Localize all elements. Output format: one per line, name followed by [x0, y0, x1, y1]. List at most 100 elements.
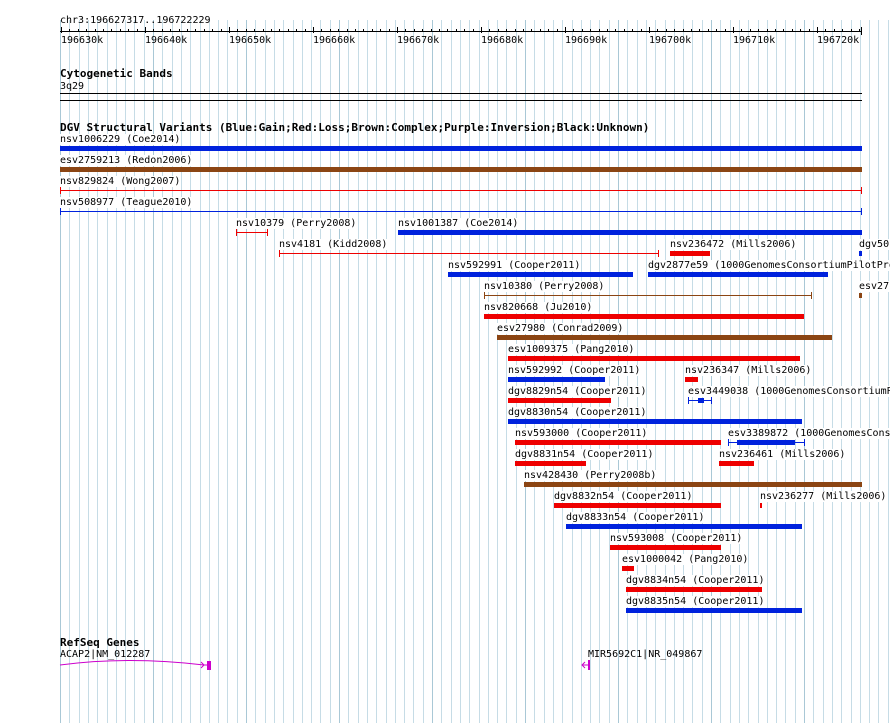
ruler-minor-tick — [800, 29, 801, 32]
dgv-label-nsv508977[interactable]: nsv508977 (Teague2010) — [60, 197, 193, 208]
dgv-feature-nsv10379[interactable] — [236, 232, 268, 233]
dgv-label-nsv10379[interactable]: nsv10379 (Perry2008) — [236, 218, 357, 229]
ruler-minor-tick — [699, 29, 700, 32]
ruler-tick-label: 196660k — [313, 35, 356, 46]
ruler-minor-tick — [792, 29, 793, 32]
dgv-feature-dgv8829n54[interactable] — [508, 398, 611, 403]
dgv-feature-dgv8830n54[interactable] — [508, 419, 802, 424]
dgv-label-nsv1001387[interactable]: nsv1001387 (Coe2014) — [398, 218, 519, 229]
ruler-tick-label: 196670k — [397, 35, 440, 46]
dgv-label-esv2759213[interactable]: esv2759213 (Redon2006) — [60, 155, 193, 166]
dgv-label-nsv428430[interactable]: nsv428430 (Perry2008b) — [524, 470, 657, 481]
dgv-label-esv27980[interactable]: esv27980 (Conrad2009) — [497, 323, 624, 334]
dgv-label-dgv2877e59[interactable]: dgv2877e59 (1000GenomesConsortiumPilotPr… — [648, 260, 890, 271]
dgv-feature-dgv8835n54[interactable] — [626, 608, 802, 613]
dgv-feature-nsv592992[interactable] — [508, 377, 605, 382]
dgv-track-title[interactable]: DGV Structural Variants (Blue:Gain;Red:L… — [60, 122, 649, 134]
dgv-label-nsv236347[interactable]: nsv236347 (Mills2006) — [685, 365, 812, 376]
dgv-label-nsv236472[interactable]: nsv236472 (Mills2006) — [670, 239, 797, 250]
dgv-label-dgv8829n54[interactable]: dgv8829n54 (Cooper2011) — [508, 386, 647, 397]
dgv-label-dgv8834n54[interactable]: dgv8834n54 (Cooper2011) — [626, 575, 765, 586]
dgv-label-nsv4181[interactable]: nsv4181 (Kidd2008) — [279, 239, 388, 250]
dgv-feature-nsv1001387[interactable] — [398, 230, 862, 235]
ruler-end-tick — [861, 27, 862, 35]
gene-model-acap2[interactable] — [58, 656, 218, 672]
dgv-label-nsv593008[interactable]: nsv593008 (Cooper2011) — [610, 533, 743, 544]
ruler-minor-tick — [179, 29, 180, 32]
dgv-feature-nsv236461[interactable] — [719, 461, 754, 466]
ruler-minor-tick — [330, 29, 331, 32]
dgv-feature-nsv593008[interactable] — [610, 545, 721, 550]
dgv-feature-dgv50[interactable] — [859, 251, 862, 256]
gene-label-mir5692c1[interactable]: MIR5692C1|NR_049867 — [588, 649, 702, 660]
ruler-minor-tick — [825, 29, 826, 32]
dgv-feature-esv27[interactable] — [859, 293, 862, 298]
ruler-minor-tick — [473, 29, 474, 32]
ruler-minor-tick — [380, 29, 381, 32]
dgv-label-esv1000042[interactable]: esv1000042 (Pang2010) — [622, 554, 749, 565]
ruler-minor-tick — [263, 29, 264, 32]
dgv-feature-esv1000042[interactable] — [622, 566, 634, 571]
dgv-label-esv1009375[interactable]: esv1009375 (Pang2010) — [508, 344, 635, 355]
dgv-label-dgv8835n54[interactable]: dgv8835n54 (Cooper2011) — [626, 596, 765, 607]
dgv-label-nsv820668[interactable]: nsv820668 (Ju2010) — [484, 302, 593, 313]
dgv-label-esv27[interactable]: esv27 — [859, 281, 890, 292]
dgv-feature-block[interactable] — [737, 440, 795, 445]
dgv-feature-nsv592991[interactable] — [448, 272, 633, 277]
ruler-minor-tick — [834, 29, 835, 32]
dgv-feature-nsv236277[interactable] — [760, 503, 762, 508]
ruler-tick-label: 196690k — [565, 35, 608, 46]
dgv-feature-end-tick — [236, 229, 237, 236]
dgv-feature-nsv428430[interactable] — [524, 482, 862, 487]
gene-model-mir5692c1[interactable] — [580, 659, 596, 671]
dgv-label-nsv593000[interactable]: nsv593000 (Cooper2011) — [515, 428, 648, 439]
dgv-label-dgv8830n54[interactable]: dgv8830n54 (Cooper2011) — [508, 407, 647, 418]
dgv-feature-esv1009375[interactable] — [508, 356, 800, 361]
dgv-label-esv3449038[interactable]: esv3449038 (1000GenomesConsortiumP — [688, 386, 890, 397]
dgv-label-dgv8831n54[interactable]: dgv8831n54 (Cooper2011) — [515, 449, 654, 460]
dgv-label-dgv50[interactable]: dgv50 — [859, 239, 890, 250]
dgv-label-nsv829824[interactable]: nsv829824 (Wong2007) — [60, 176, 181, 187]
dgv-label-nsv592991[interactable]: nsv592991 (Cooper2011) — [448, 260, 581, 271]
ruler-minor-tick — [657, 29, 658, 32]
dgv-feature-nsv236472[interactable] — [670, 251, 710, 256]
dgv-feature-dgv2877e59[interactable] — [648, 272, 828, 277]
dgv-feature-nsv829824[interactable] — [60, 190, 862, 191]
ruler-minor-tick — [405, 29, 406, 32]
dgv-feature-block[interactable] — [698, 398, 704, 403]
dgv-label-esv3389872[interactable]: esv3389872 (1000GenomesCons — [728, 428, 890, 439]
dgv-label-nsv236277[interactable]: nsv236277 (Mills2006) — [760, 491, 887, 502]
dgv-feature-dgv8833n54[interactable] — [566, 524, 802, 529]
dgv-label-dgv8833n54[interactable]: dgv8833n54 (Cooper2011) — [566, 512, 705, 523]
dgv-feature-nsv508977[interactable] — [60, 211, 862, 212]
dgv-feature-nsv1006229[interactable] — [60, 146, 862, 151]
dgv-label-dgv8832n54[interactable]: dgv8832n54 (Cooper2011) — [554, 491, 693, 502]
ruler-minor-tick — [414, 29, 415, 32]
ruler-minor-tick — [279, 29, 280, 32]
ruler-minor-tick — [783, 29, 784, 32]
dgv-feature-nsv236347[interactable] — [685, 377, 698, 382]
dgv-label-nsv592992[interactable]: nsv592992 (Cooper2011) — [508, 365, 641, 376]
dgv-feature-nsv4181[interactable] — [279, 253, 659, 254]
ruler-minor-tick — [624, 29, 625, 32]
grid-line — [655, 20, 656, 723]
dgv-label-nsv10380[interactable]: nsv10380 (Perry2008) — [484, 281, 605, 292]
refseq-track-title[interactable]: RefSeq Genes — [60, 637, 139, 649]
dgv-feature-esv27980[interactable] — [497, 335, 832, 340]
dgv-feature-nsv593000[interactable] — [515, 440, 721, 445]
dgv-feature-nsv10380[interactable] — [484, 295, 812, 296]
ruler-minor-tick — [69, 29, 70, 32]
ruler-minor-tick — [481, 29, 482, 32]
dgv-feature-nsv820668[interactable] — [484, 314, 804, 319]
ruler-minor-tick — [716, 29, 717, 32]
dgv-feature-esv2759213[interactable] — [60, 167, 862, 172]
ruler-minor-tick — [212, 29, 213, 32]
dgv-label-nsv236461[interactable]: nsv236461 (Mills2006) — [719, 449, 846, 460]
dgv-feature-dgv8834n54[interactable] — [626, 587, 762, 592]
ruler-tick-label: 196630k — [61, 35, 104, 46]
grid-line — [878, 20, 879, 723]
dgv-feature-end-tick — [804, 439, 805, 446]
dgv-feature-dgv8831n54[interactable] — [515, 461, 586, 466]
dgv-label-nsv1006229[interactable]: nsv1006229 (Coe2014) — [60, 134, 181, 145]
dgv-feature-dgv8832n54[interactable] — [554, 503, 721, 508]
